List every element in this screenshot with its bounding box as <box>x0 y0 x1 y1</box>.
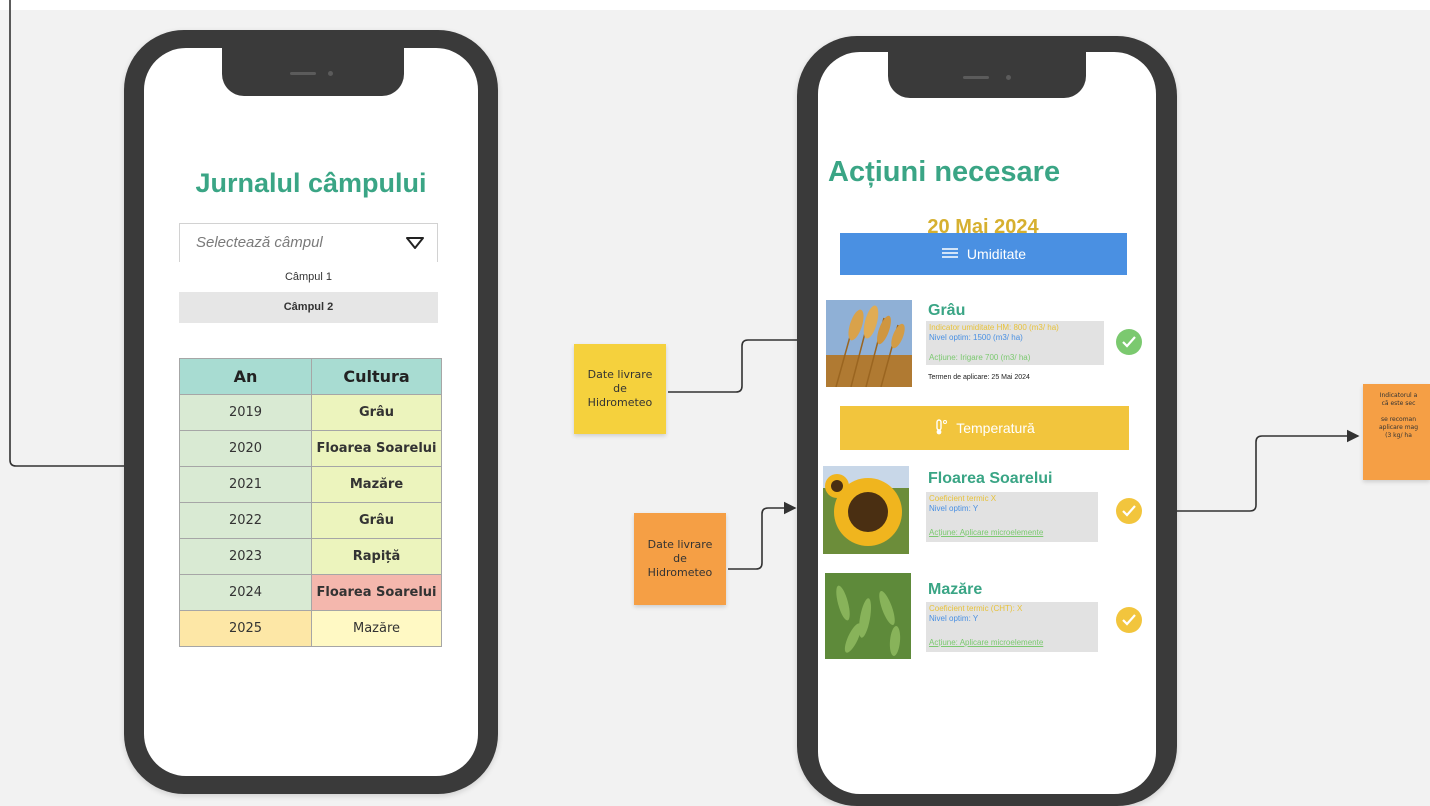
wheat-photo <box>826 300 912 387</box>
table-row: 2019 Grâu <box>179 394 442 431</box>
note-line: Hidrometeo <box>647 566 713 579</box>
year-cell: 2020 <box>179 430 312 467</box>
sunflower-optimal: Nivel optim: Y <box>929 504 979 513</box>
sticky-note-hydrometeo-1[interactable]: Date livrare de Hidrometeo <box>574 344 666 434</box>
peas-info-box: Coeficient termic (CHT): X Nivel optim: … <box>926 602 1098 652</box>
crop-cell: Grâu <box>311 502 442 539</box>
crop-name-peas: Mazăre <box>928 581 983 598</box>
year-cell: 2019 <box>179 394 312 431</box>
note-line: aplicare mag <box>1378 424 1419 431</box>
crop-cell: Grâu <box>311 394 442 431</box>
humidity-button-label: Umiditate <box>966 246 1027 262</box>
note-line: de <box>613 382 627 395</box>
crop-cell: Mazăre <box>311 466 442 503</box>
page-title: Acțiuni necesare <box>828 156 1061 188</box>
note-line: că este sec <box>1381 400 1416 407</box>
note-line: (3 kg/ ha <box>1385 432 1412 439</box>
table-row: 2020 Floarea Soarelui <box>179 430 442 467</box>
sticky-note-hydrometeo-2[interactable]: Date livrare de Hidrometeo <box>634 513 726 605</box>
thermometer-icon <box>934 418 948 438</box>
field-option-1[interactable]: Câmpul 1 <box>179 262 438 292</box>
page-title: Jurnalul câmpului <box>195 168 427 198</box>
check-circle-icon <box>1116 329 1142 355</box>
wheat-info-box: Indicator umiditate HM: 800 (m3/ ha) Niv… <box>926 321 1104 365</box>
check-circle-icon <box>1116 498 1142 524</box>
year-cell: 2023 <box>179 538 312 575</box>
table-row: 2022 Grâu <box>179 502 442 539</box>
note-line: se recoman <box>1380 416 1417 423</box>
phone-field-journal: Jurnalul câmpului Selectează câmpul Câmp… <box>124 30 498 794</box>
humidity-button[interactable]: Umiditate <box>840 233 1127 275</box>
phone-notch <box>222 48 404 96</box>
table-header-row: An Cultura <box>179 358 442 395</box>
phone-notch <box>888 52 1086 98</box>
connector-phone2-to-note3 <box>1177 429 1360 512</box>
table-row: 2023 Rapiță <box>179 538 442 575</box>
year-cell: 2025 <box>179 610 312 647</box>
crop-name-sunflower: Floarea Soarelui <box>928 470 1053 487</box>
phone-screen: Jurnalul câmpului Selectează câmpul Câmp… <box>144 48 478 776</box>
temperature-button-label: Temperatură <box>956 420 1035 436</box>
crop-cell: Mazăre <box>311 610 442 647</box>
check-circle-icon <box>1116 607 1142 633</box>
connector-note1-to-wheat <box>668 339 800 393</box>
note-line: Date livrare <box>587 368 653 381</box>
table-row: 2025 Mazăre <box>179 610 442 647</box>
sunflower-info-box: Coeficient termic X Nivel optim: Y Acțiu… <box>926 492 1098 542</box>
year-cell: 2021 <box>179 466 312 503</box>
crop-history-table: An Cultura 2019 Grâu 2020 Floarea Soarel… <box>179 358 442 647</box>
wheat-optimal: Nivel optim: 1500 (m3/ ha) <box>929 333 1023 342</box>
table-row: 2024 Floarea Soarelui <box>179 574 442 611</box>
temperature-button[interactable]: Temperatură <box>840 406 1129 450</box>
sunflower-action-link[interactable]: Acțiune: Aplicare microelemente <box>929 528 1095 538</box>
column-header-year: An <box>179 358 312 395</box>
note-line: Hidrometeo <box>587 396 653 409</box>
field-option-2[interactable]: Câmpul 2 <box>179 292 438 323</box>
note-line: Indicatorul a <box>1379 392 1418 399</box>
peas-indicator: Coeficient termic (CHT): X <box>929 604 1023 613</box>
column-header-crop: Cultura <box>311 358 442 395</box>
field-select-placeholder: Selectează câmpul <box>196 234 323 251</box>
field-select[interactable]: Selectează câmpul <box>179 223 438 263</box>
phone-required-actions: Acțiuni necesare 20 Mai 2024 Umiditate G… <box>797 36 1177 806</box>
peas-photo <box>825 573 911 659</box>
crop-cell: Floarea Soarelui <box>311 574 442 611</box>
crop-cell: Floarea Soarelui <box>311 430 442 467</box>
note-line: Date livrare <box>647 538 713 551</box>
crop-name-wheat: Grâu <box>928 302 966 319</box>
sunflower-photo <box>823 466 909 554</box>
crop-cell: Rapiță <box>311 538 442 575</box>
peas-optimal: Nivel optim: Y <box>929 614 979 623</box>
sunflower-indicator: Coeficient termic X <box>929 494 997 503</box>
triangle-down-icon[interactable] <box>405 236 425 254</box>
humidity-lines-icon <box>941 246 959 262</box>
table-row: 2021 Mazăre <box>179 466 442 503</box>
phone-screen: Acțiuni necesare 20 Mai 2024 Umiditate G… <box>818 52 1156 794</box>
peas-action-link[interactable]: Acțiune: Aplicare microelemente <box>929 638 1095 648</box>
wheat-action: Acțiune: Irigare 700 (m3/ ha) <box>929 353 1031 362</box>
year-cell: 2022 <box>179 502 312 539</box>
wheat-indicator: Indicator umiditate HM: 800 (m3/ ha) <box>929 323 1059 332</box>
note-line: de <box>673 552 687 565</box>
wheat-deadline: Termen de aplicare: 25 Mai 2024 <box>928 374 1030 381</box>
sticky-note-recommendation[interactable]: Indicatorul a că este sec se recoman apl… <box>1363 384 1430 480</box>
year-cell: 2024 <box>179 574 312 611</box>
connector-note2-to-sunflower <box>728 501 797 570</box>
